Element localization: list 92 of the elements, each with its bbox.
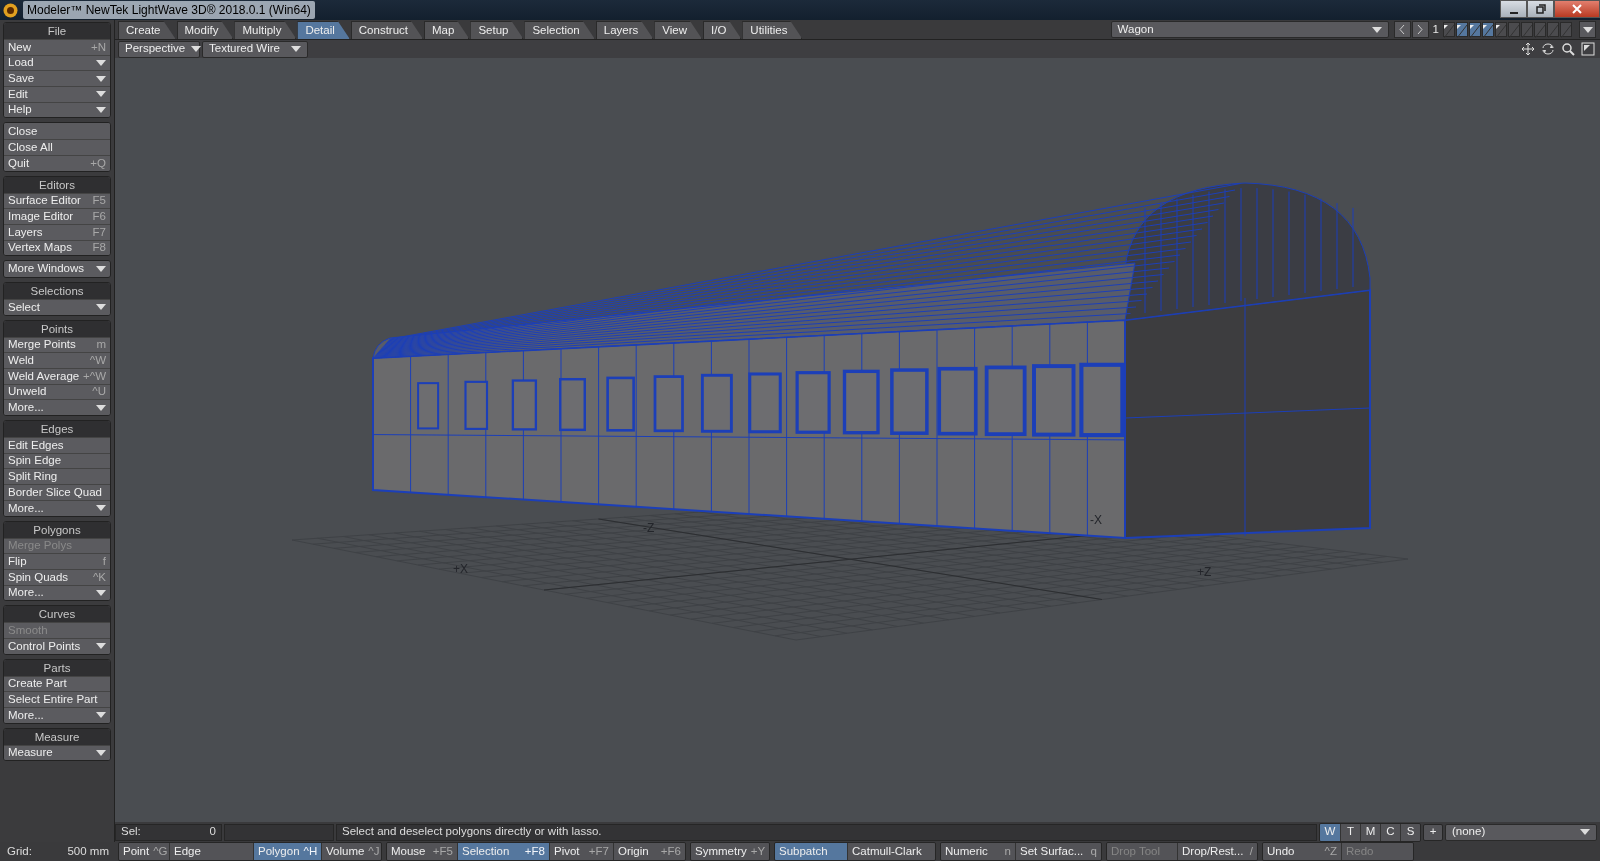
toolbar-button[interactable]: Symmetry +Y — [691, 843, 769, 860]
group-title: Measure — [4, 728, 110, 745]
toolbar-button[interactable]: Set Surfac... q — [1015, 843, 1101, 860]
maximize-icon — [1580, 42, 1595, 56]
group-title: Parts — [4, 659, 110, 676]
menu-button[interactable]: More Windows — [4, 261, 110, 277]
group-title: Selections — [4, 282, 110, 299]
menu-button[interactable]: More... — [4, 399, 110, 416]
toolbar-button[interactable]: Undo ^Z — [1263, 843, 1341, 860]
layer-slot[interactable] — [1443, 22, 1455, 37]
toolbar-button[interactable]: Selection +F8 — [457, 843, 549, 860]
toolbar-button[interactable]: Catmull-Clark — [847, 843, 935, 860]
group-title: Points — [4, 320, 110, 337]
tab[interactable]: Layers — [595, 21, 654, 39]
chevron-right-icon — [1417, 25, 1424, 34]
tab[interactable]: Selection — [524, 21, 595, 39]
layer-slot[interactable] — [1482, 22, 1494, 37]
view-toggle-button[interactable]: S — [1400, 823, 1420, 841]
close-button[interactable] — [1554, 0, 1600, 18]
rotate-button[interactable] — [1539, 41, 1556, 57]
tool-button[interactable]: Weld Average +^W — [4, 368, 110, 384]
tab[interactable]: Detail — [297, 21, 350, 39]
next-layer-button[interactable] — [1411, 21, 1429, 38]
tab[interactable]: Setup — [470, 21, 524, 39]
minimize-icon — [1509, 11, 1518, 14]
status-message: Select and deselect polygons directly or with lasso. — [336, 823, 1317, 841]
view-toggle-button[interactable]: M — [1360, 823, 1380, 841]
grid-size-value: 500 mm — [67, 843, 109, 859]
layer-menu-button[interactable] — [1579, 21, 1596, 38]
axis-label: -X — [1090, 513, 1102, 527]
toolbar-button[interactable]: Origin +F6 — [613, 843, 685, 860]
render-mode-dropdown[interactable]: Textured Wire — [202, 40, 308, 58]
caret-icon — [1371, 26, 1382, 33]
tab[interactable]: Map — [424, 21, 470, 39]
tool-button[interactable]: Edit Edges — [4, 437, 110, 453]
tab[interactable]: Modify — [176, 21, 234, 39]
toolbar-button[interactable]: Subpatch — [775, 843, 847, 860]
toolbar-button[interactable]: Mouse +F5 — [387, 843, 457, 860]
tab[interactable]: I/O — [703, 21, 742, 39]
group-title: Edges — [4, 421, 110, 438]
restore-icon — [1535, 4, 1546, 14]
group-title: File — [4, 23, 110, 39]
window-title: Modeler™ NewTek LightWave 3D® 2018.0.1 (Win64) — [23, 1, 315, 19]
view-type-dropdown[interactable]: Perspective — [118, 40, 200, 58]
toolbar-button[interactable]: Pivot +F7 — [549, 843, 613, 860]
tool-button[interactable]: Split Ring — [4, 468, 110, 485]
chevron-left-icon — [1399, 25, 1406, 34]
tool-button[interactable]: Flip f — [4, 553, 110, 569]
tool-button[interactable]: Border Slice Quad — [4, 484, 110, 500]
zoom-button[interactable] — [1559, 41, 1576, 57]
app-logo-icon — [3, 2, 18, 18]
toolbar-button[interactable]: Edge — [169, 843, 253, 860]
caret-icon — [1582, 26, 1593, 33]
group-title: Curves — [4, 606, 110, 623]
view-toggle-button[interactable]: W — [1320, 823, 1340, 841]
grid-label: Grid: — [7, 843, 32, 859]
caret-icon — [291, 46, 301, 52]
group-title: Editors — [4, 176, 110, 193]
minimize-button[interactable] — [1500, 0, 1527, 18]
tab[interactable]: Construct — [350, 21, 423, 39]
zoom-icon — [1560, 42, 1575, 56]
maximize-button[interactable] — [1579, 41, 1596, 57]
menu-button[interactable]: More... — [4, 707, 110, 723]
pan-icon — [1520, 42, 1535, 56]
surface-dropdown[interactable]: (none) — [1445, 823, 1597, 841]
pan-button[interactable] — [1519, 41, 1536, 57]
tab[interactable]: Create — [118, 21, 176, 39]
tab[interactable]: Multiply — [234, 21, 297, 39]
restore-button[interactable] — [1527, 0, 1554, 18]
layer-slot[interactable] — [1495, 22, 1507, 37]
toolbar-button[interactable]: Volume ^J — [321, 843, 381, 860]
rotate-icon — [1540, 42, 1555, 56]
toolbar-button[interactable]: Drop/Rest... / — [1177, 843, 1257, 860]
view-toggle-button[interactable]: T — [1340, 823, 1360, 841]
view-toggle-button[interactable]: C — [1380, 823, 1400, 841]
selection-label: Sel: — [121, 824, 141, 840]
caret-icon — [1580, 829, 1590, 835]
selection-count: 0 — [209, 824, 216, 840]
tab[interactable]: View — [654, 21, 702, 39]
layer-slot[interactable] — [1469, 22, 1481, 37]
add-button[interactable]: + — [1423, 823, 1443, 841]
previous-layer-button[interactable] — [1393, 21, 1411, 38]
tool-button[interactable]: Image Editor F6 — [4, 208, 110, 224]
object-dropdown[interactable]: Wagon — [1110, 21, 1389, 38]
tab[interactable]: Utilities — [742, 21, 803, 39]
group-title: Polygons — [4, 521, 110, 538]
toolbar-button[interactable]: Polygon ^H — [253, 843, 321, 860]
close-icon — [1572, 4, 1582, 14]
toolbar-button[interactable]: Numeric n — [941, 843, 1015, 860]
layer-slot[interactable] — [1456, 22, 1468, 37]
layer-bank-number: 1 — [1431, 21, 1440, 37]
toolbar-button[interactable]: Point ^G — [119, 843, 169, 860]
